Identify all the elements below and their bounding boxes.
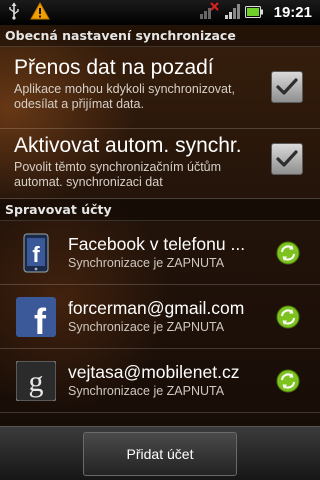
add-account-button[interactable]: Přidat účet <box>83 432 237 476</box>
warning-icon <box>30 1 50 24</box>
usb-icon <box>8 2 20 24</box>
account-item[interactable]: f Facebook v telefonu ... Synchronizace … <box>0 221 320 285</box>
signal-off-icon <box>199 1 219 24</box>
battery-icon <box>244 3 263 22</box>
auto-sync-setting[interactable]: Aktivovat autom. synchr. Povolit těmto s… <box>0 129 320 199</box>
background-data-setting[interactable]: Přenos dat na pozadí Aplikace mohou kdyk… <box>0 47 320 129</box>
auto-sync-title: Aktivovat autom. synchr. <box>14 134 242 157</box>
background-data-checkbox[interactable] <box>271 71 303 103</box>
svg-text:f: f <box>32 242 40 267</box>
auto-sync-checkbox[interactable] <box>271 143 303 175</box>
sync-on-icon <box>276 305 300 329</box>
facebook-icon: f <box>16 297 56 342</box>
signal-bars-icon <box>224 2 240 24</box>
account-item[interactable]: g vejtasa@mobilenet.cz Synchronizace je … <box>0 349 320 413</box>
auto-sync-description: Povolit těmto synchronizačním účtům auto… <box>14 160 222 189</box>
svg-text:f: f <box>34 301 47 337</box>
bottom-action-bar: Přidat účet <box>0 426 320 480</box>
svg-text:g: g <box>29 365 44 398</box>
general-sync-header: Obecná nastavení synchronizace <box>0 25 320 47</box>
background-data-title: Přenos dat na pozadí <box>14 56 214 79</box>
account-item[interactable]: f forcerman@gmail.com Synchronizace je Z… <box>0 285 320 349</box>
checkmark-icon <box>276 78 298 95</box>
manage-accounts-header: Spravovat účty <box>0 199 320 221</box>
sync-settings-screen: Obecná nastavení synchronizace Přenos da… <box>0 25 320 480</box>
sync-on-icon <box>276 241 300 265</box>
clock: 19:21 <box>273 4 312 21</box>
status-bar: 19:21 <box>0 0 320 25</box>
sync-on-icon <box>276 369 300 393</box>
background-data-description: Aplikace mohou kdykoli synchronizovat, o… <box>14 82 235 111</box>
google-icon: g <box>15 360 57 402</box>
facebook-phone-icon: f <box>16 233 56 273</box>
checkmark-icon <box>276 150 298 167</box>
